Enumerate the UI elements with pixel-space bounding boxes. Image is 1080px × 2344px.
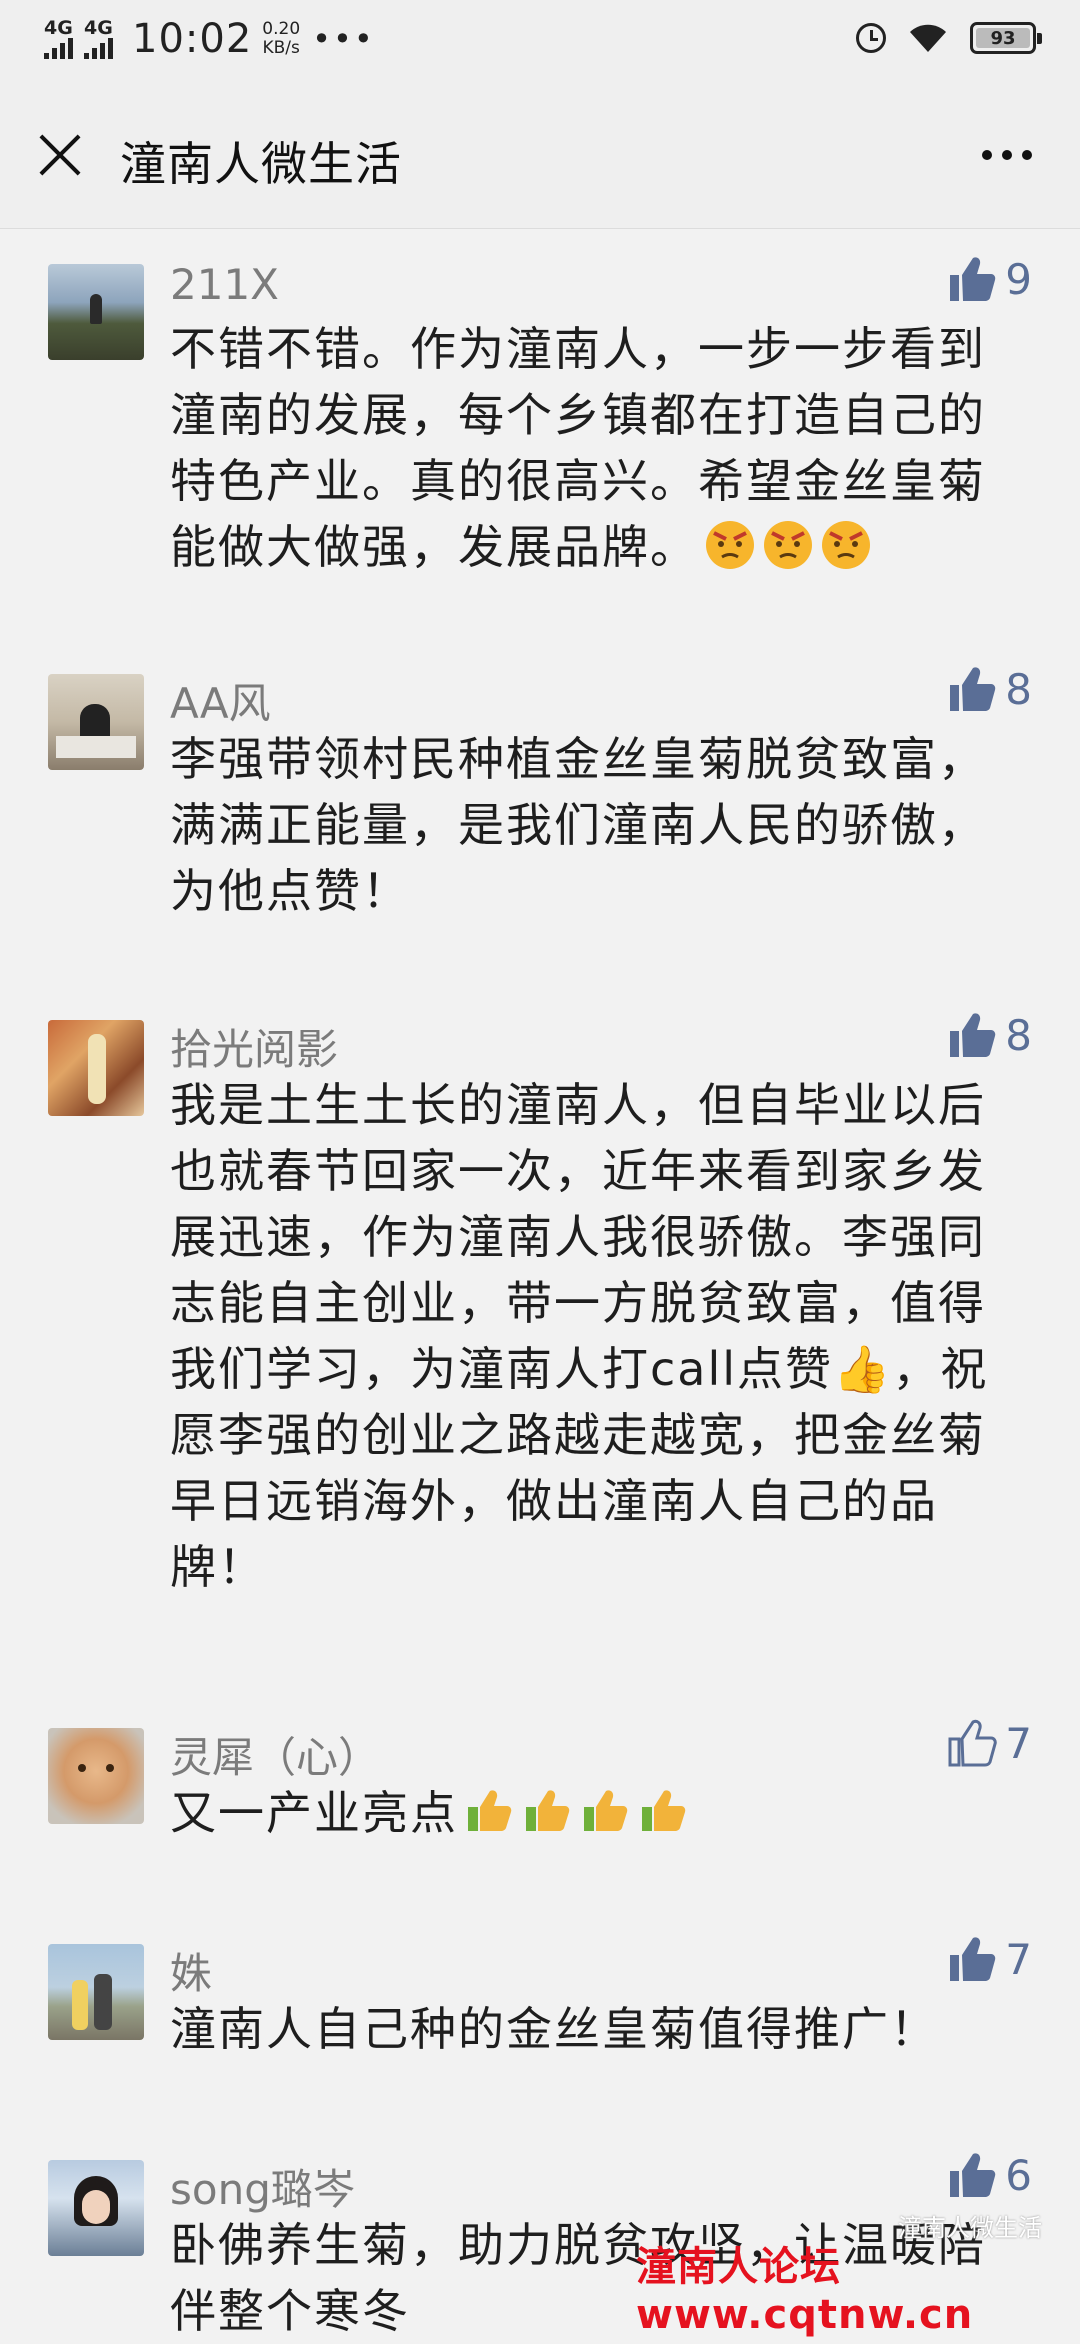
- network-speed: 0.20 KB/s: [262, 20, 300, 58]
- speed-value: 0.20: [262, 19, 301, 39]
- commenter-name[interactable]: 211X: [170, 260, 279, 309]
- network-type-1: 4G: [44, 17, 73, 39]
- comment-text: 又一产业亮点: [170, 1780, 1030, 1846]
- more-dot: [1022, 150, 1032, 160]
- like-count: 6: [1005, 2150, 1032, 2200]
- like-button[interactable]: 6: [947, 2150, 1032, 2200]
- thumbs-up-emoji-icon: [584, 1790, 628, 1831]
- commenter-name[interactable]: 姝: [170, 1940, 212, 2001]
- commenter-name[interactable]: song璐岑: [170, 2156, 355, 2217]
- comment-text-content: 又一产业亮点: [170, 1786, 458, 1840]
- like-button[interactable]: 8: [947, 1010, 1032, 1060]
- thumbs-up-icon: [950, 257, 996, 301]
- like-button[interactable]: 7: [947, 1934, 1032, 1984]
- wifi-icon: [910, 24, 946, 52]
- status-time: 10:02: [132, 16, 253, 62]
- commenter-name[interactable]: AA风: [170, 670, 271, 731]
- like-count: 8: [1005, 664, 1032, 714]
- like-count: 8: [1005, 1010, 1032, 1060]
- like-button[interactable]: 8: [947, 664, 1032, 714]
- title-bar: 潼南人微生活: [0, 84, 1080, 229]
- comment-text: 潼南人自己种的金丝皇菊值得推广！: [170, 2002, 938, 2056]
- close-icon[interactable]: [36, 130, 84, 178]
- comment-text: 我是土生土长的潼南人，但自毕业以后也就春节回家一次，近年来看到家乡发展迅速，作为…: [170, 1072, 1030, 1600]
- like-count: 7: [1005, 1718, 1032, 1768]
- like-button[interactable]: 9: [947, 254, 1032, 304]
- more-options-button[interactable]: [972, 150, 1032, 160]
- thumbs-up-emoji-icon: [468, 1790, 512, 1831]
- avatar[interactable]: [48, 1020, 144, 1116]
- avatar[interactable]: [48, 674, 144, 770]
- thumbs-up-emoji-icon: [642, 1790, 686, 1831]
- battery-level: 93: [990, 27, 1016, 49]
- network-type-2: 4G: [84, 17, 113, 39]
- alarm-icon: [856, 23, 886, 53]
- page-title: 潼南人微生活: [120, 137, 402, 191]
- avatar[interactable]: [48, 2160, 144, 2256]
- more-dot: [982, 150, 992, 160]
- angry-emoji-icon: [822, 521, 870, 569]
- commenter-name[interactable]: 灵犀（心）: [170, 1724, 380, 1785]
- avatar[interactable]: [48, 1728, 144, 1824]
- avatar[interactable]: [48, 1944, 144, 2040]
- speed-unit: KB/s: [262, 38, 300, 58]
- commenter-name[interactable]: 拾光阅影: [170, 1016, 338, 1077]
- avatar[interactable]: [48, 264, 144, 360]
- thumbs-up-icon: [950, 2153, 996, 2197]
- angry-emoji-icon: [764, 521, 812, 569]
- status-more-icon: •••: [312, 20, 375, 58]
- comment-text: 李强带领村民种植金丝皇菊脱贫致富，满满正能量，是我们潼南人民的骄傲，为他点赞！: [170, 732, 986, 918]
- comment-text: 不错不错。作为潼南人，一步一步看到潼南的发展，每个乡镇都在打造自己的特色产业。真…: [170, 316, 1030, 580]
- thumbs-up-emoji-icon: [526, 1790, 570, 1831]
- thumbs-up-icon: [950, 1013, 996, 1057]
- like-button[interactable]: 7: [947, 1718, 1032, 1768]
- thumbs-up-emoji-icon: 👍: [833, 1342, 893, 1396]
- battery-icon: 93: [970, 22, 1042, 54]
- signal-icon-2: 4G: [84, 19, 116, 59]
- thumbs-up-icon: [950, 667, 996, 711]
- status-bar: 4G 4G 10:02 0.20 KB/s ••• 93: [0, 0, 1080, 84]
- like-count: 7: [1005, 1934, 1032, 1984]
- more-dot: [1002, 150, 1012, 160]
- thumbs-up-icon: [950, 1937, 996, 1981]
- forum-watermark: 潼南人论坛www.cqtnw.cn: [636, 2244, 974, 2338]
- thumbs-up-outline-icon: [948, 1719, 998, 1767]
- angry-emoji-icon: [706, 521, 754, 569]
- like-count: 9: [1005, 254, 1032, 304]
- signal-icon: 4G: [44, 19, 76, 59]
